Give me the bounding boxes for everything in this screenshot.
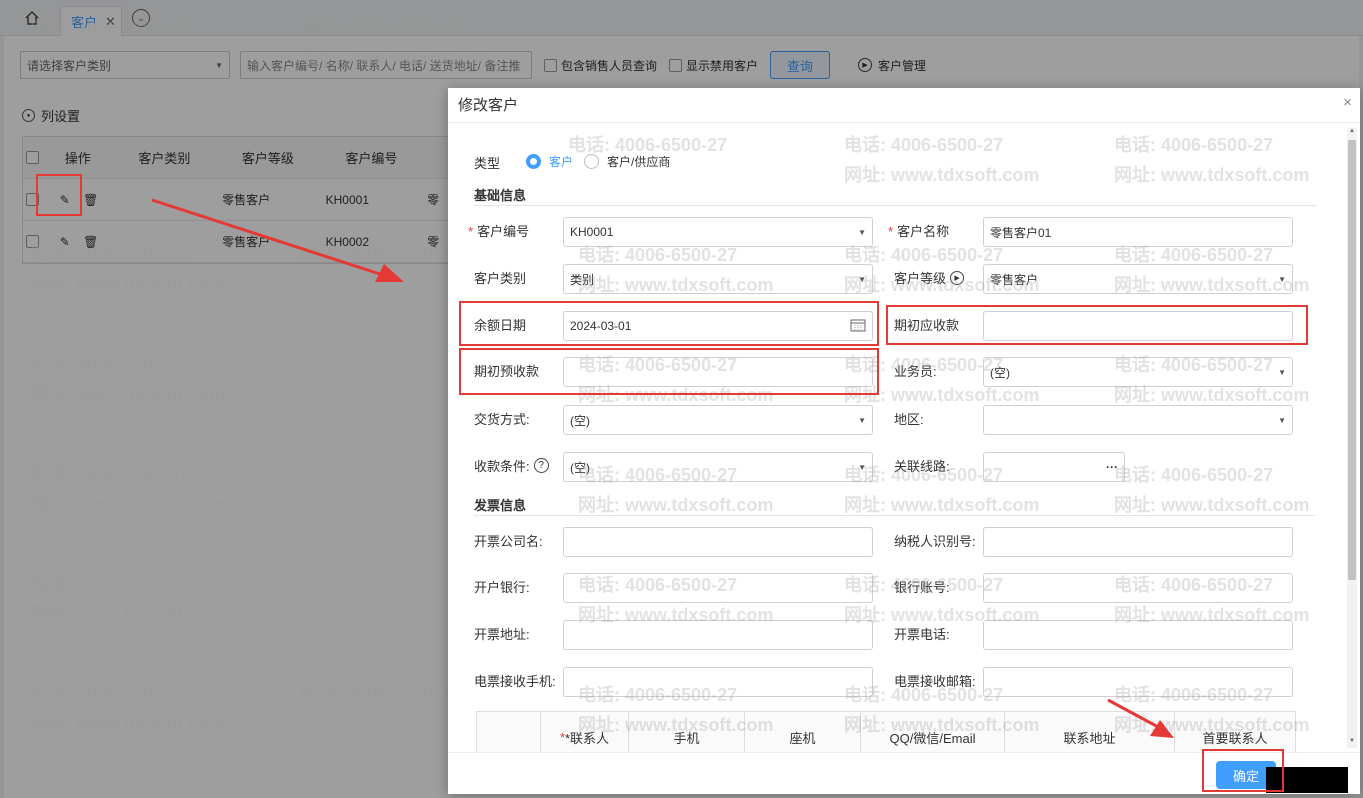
column-header[interactable]: 联系地址 — [1005, 712, 1175, 752]
radio-unchecked-icon — [584, 154, 599, 169]
salesman-label: 业务员: — [894, 364, 937, 379]
route-picker[interactable]: ··· — [983, 452, 1125, 482]
type-label: 类型 — [474, 156, 501, 171]
bank-account-label: 银行账号: — [894, 580, 950, 595]
customer-code-value: KH0001 — [570, 225, 614, 239]
radio-checked-icon — [526, 154, 541, 169]
taxpayer-id-input[interactable] — [983, 527, 1293, 557]
taxpayer-id-label: 纳税人识别号: — [894, 534, 976, 549]
bank-label: 开户银行: — [474, 580, 530, 595]
divider — [474, 515, 1316, 516]
watermark: 网址: www.tdxsoft.com — [578, 495, 774, 515]
customer-code-label: * 客户编号 — [468, 224, 530, 239]
radio-label: 客户/供应商 — [607, 155, 671, 169]
e-invoice-phone-label: 电票接收手机: — [474, 674, 556, 689]
invoice-address-label: 开票地址: — [474, 627, 530, 642]
e-invoice-email-label: 电票接收邮箱: — [894, 674, 976, 689]
watermark: 电话: 4006-6500-27 — [1114, 135, 1274, 155]
customer-name-value: 零售客户01 — [990, 225, 1052, 240]
customer-category-label: 客户类别 — [474, 271, 527, 286]
chevron-down-icon: ▼ — [858, 462, 866, 472]
payment-terms-value: (空) — [570, 460, 590, 475]
customer-level-label: 客户等级 ▶ — [894, 268, 965, 287]
chevron-down-icon: ▼ — [858, 415, 866, 425]
customer-name-label: * 客户名称 — [888, 224, 950, 239]
dialog-scrollbar[interactable]: ▲ ▼ — [1347, 128, 1357, 748]
divider — [474, 205, 1316, 206]
customer-code-select[interactable]: KH0001 ▼ — [563, 217, 873, 247]
chevron-down-icon: ▼ — [858, 274, 866, 284]
chevron-down-icon: ▼ — [1278, 415, 1286, 425]
scroll-up-icon[interactable]: ▲ — [1347, 128, 1357, 138]
column-header — [477, 712, 541, 752]
highlight-confirm-button — [1202, 749, 1284, 792]
scrollbar-thumb[interactable] — [1348, 140, 1356, 580]
column-header[interactable]: QQ/微信/Email — [861, 712, 1005, 752]
highlight-balance-date — [459, 301, 879, 346]
bank-input[interactable] — [563, 573, 873, 603]
scroll-down-icon[interactable]: ▼ — [1347, 738, 1357, 748]
type-radio-customer-supplier[interactable]: 客户/供应商 — [584, 153, 670, 170]
watermark: 电话: 4006-6500-27 — [1114, 465, 1274, 485]
payment-terms-select[interactable]: (空) ▼ — [563, 452, 873, 482]
highlight-opening-receivable — [886, 305, 1308, 345]
more-icon[interactable]: ··· — [1106, 460, 1118, 474]
watermark: 网址: www.tdxsoft.com — [844, 165, 1040, 185]
column-header[interactable]: 座机 — [745, 712, 861, 752]
chevron-down-icon: ▼ — [1278, 367, 1286, 377]
invoice-phone-label: 开票电话: — [894, 627, 950, 642]
highlight-edit-icon — [36, 174, 82, 216]
bank-account-input[interactable] — [983, 573, 1293, 603]
region-label: 地区: — [894, 412, 924, 427]
radio-label: 客户 — [549, 155, 574, 169]
invoice-company-input[interactable] — [563, 527, 873, 557]
contact-table-header: * *联系人 手机 座机 QQ/微信/Email 联系地址 首要联系人 — [476, 711, 1296, 752]
section-invoice-info: 发票信息 — [474, 498, 527, 513]
invoice-company-label: 开票公司名: — [474, 534, 543, 549]
route-label: 关联线路: — [894, 459, 950, 474]
delivery-select[interactable]: (空) ▼ — [563, 405, 873, 435]
dialog-body: 类型 客户 客户/供应商 基础信息 * 客户编号 KH0001 ▼ * 客户名称 零… — [448, 122, 1360, 752]
invoice-address-input[interactable] — [563, 620, 873, 650]
chevron-down-icon: ▼ — [1278, 274, 1286, 284]
dialog-title: 修改客户 — [458, 97, 519, 114]
watermark: 网址: www.tdxsoft.com — [844, 495, 1040, 515]
delivery-value: (空) — [570, 413, 590, 428]
region-select[interactable]: ▼ — [983, 405, 1293, 435]
section-basic-info: 基础信息 — [474, 188, 527, 203]
payment-terms-label: 收款条件: ? — [474, 456, 549, 475]
customer-level-value: 零售客户 — [990, 272, 1039, 287]
play-icon[interactable]: ▶ — [950, 270, 965, 285]
delivery-label: 交货方式: — [474, 412, 530, 427]
e-invoice-phone-input[interactable] — [563, 667, 873, 697]
salesman-value: (空) — [990, 365, 1010, 380]
e-invoice-email-input[interactable] — [983, 667, 1293, 697]
help-icon[interactable]: ? — [533, 458, 549, 473]
highlight-opening-prepaid — [459, 348, 879, 395]
chevron-down-icon: ▼ — [858, 227, 866, 237]
customer-category-select[interactable]: 类别 ▼ — [563, 264, 873, 294]
watermark: 电话: 4006-6500-27 — [844, 135, 1004, 155]
customer-category-value: 类别 — [570, 272, 595, 287]
type-radio-customer[interactable]: 客户 — [526, 153, 573, 170]
invoice-phone-input[interactable] — [983, 620, 1293, 650]
column-header[interactable]: 首要联系人 — [1175, 712, 1295, 752]
edit-customer-dialog: 修改客户 × 类型 客户 客户/供应商 基础信息 * 客户编号 KH0001 ▼ … — [448, 88, 1360, 794]
close-icon[interactable]: × — [1343, 94, 1352, 111]
salesman-select[interactable]: (空) ▼ — [983, 357, 1293, 387]
column-header[interactable]: 手机 — [629, 712, 745, 752]
watermark: 网址: www.tdxsoft.com — [1114, 495, 1310, 515]
column-header[interactable]: * *联系人 — [541, 712, 629, 752]
customer-level-select[interactable]: 零售客户 ▼ — [983, 264, 1293, 294]
customer-name-input[interactable]: 零售客户01 — [983, 217, 1293, 247]
watermark: 网址: www.tdxsoft.com — [1114, 165, 1310, 185]
